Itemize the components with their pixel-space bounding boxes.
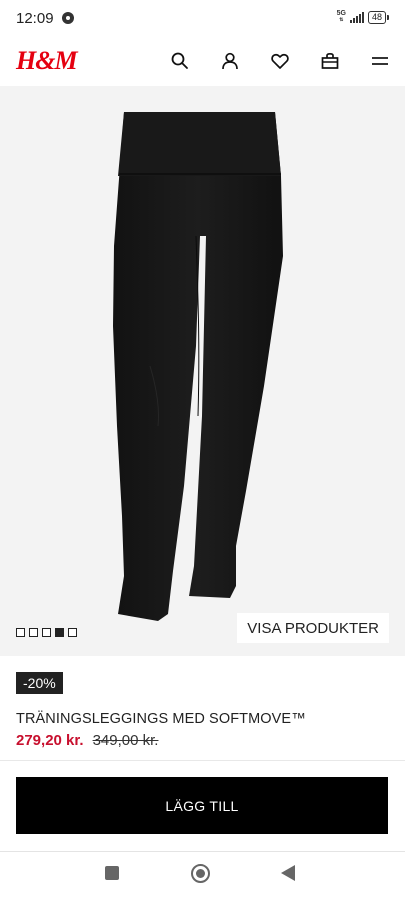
pager-dot[interactable] (42, 628, 51, 637)
sync-icon (61, 12, 74, 24)
gallery-pager (16, 628, 77, 637)
price-row: 279,20 kr. 349,00 kr. (16, 732, 158, 749)
visa-produkter-button[interactable]: VISA PRODUKTER (237, 613, 389, 643)
status-bar: 12:09 5G ⇅ 48 (0, 0, 405, 36)
pager-dot[interactable] (68, 628, 77, 637)
divider (0, 760, 405, 761)
discount-badge: -20% (16, 672, 63, 694)
app-header: H&M (0, 36, 405, 86)
leggings-image (113, 112, 283, 621)
pager-dot[interactable] (16, 628, 25, 637)
account-icon[interactable] (219, 50, 241, 72)
hm-logo[interactable]: H&M (16, 46, 78, 76)
network-type: 5G ⇅ (336, 10, 346, 23)
product-title: TRÄNINGSLEGGINGS MED SOFTMOVE™ (16, 711, 306, 727)
pager-dot[interactable] (29, 628, 38, 637)
favorites-icon[interactable] (269, 50, 291, 72)
battery-icon: 48 (367, 10, 389, 24)
battery-level: 48 (367, 10, 386, 24)
back-button[interactable] (281, 865, 295, 881)
menu-icon[interactable] (369, 50, 391, 72)
header-icons (169, 50, 391, 72)
product-image-gallery[interactable] (0, 86, 405, 656)
search-icon[interactable] (169, 50, 191, 72)
status-time: 12:09 (16, 9, 54, 27)
bag-icon[interactable] (319, 50, 341, 72)
sale-price: 279,20 kr. (16, 732, 84, 749)
signal-icon (349, 11, 364, 23)
original-price: 349,00 kr. (92, 732, 159, 749)
home-button[interactable] (191, 864, 210, 883)
recents-button[interactable] (105, 866, 119, 880)
pager-dot-active[interactable] (55, 628, 64, 637)
add-to-bag-button[interactable]: LÄGG TILL (16, 777, 388, 834)
status-indicators: 5G ⇅ 48 (337, 10, 389, 24)
